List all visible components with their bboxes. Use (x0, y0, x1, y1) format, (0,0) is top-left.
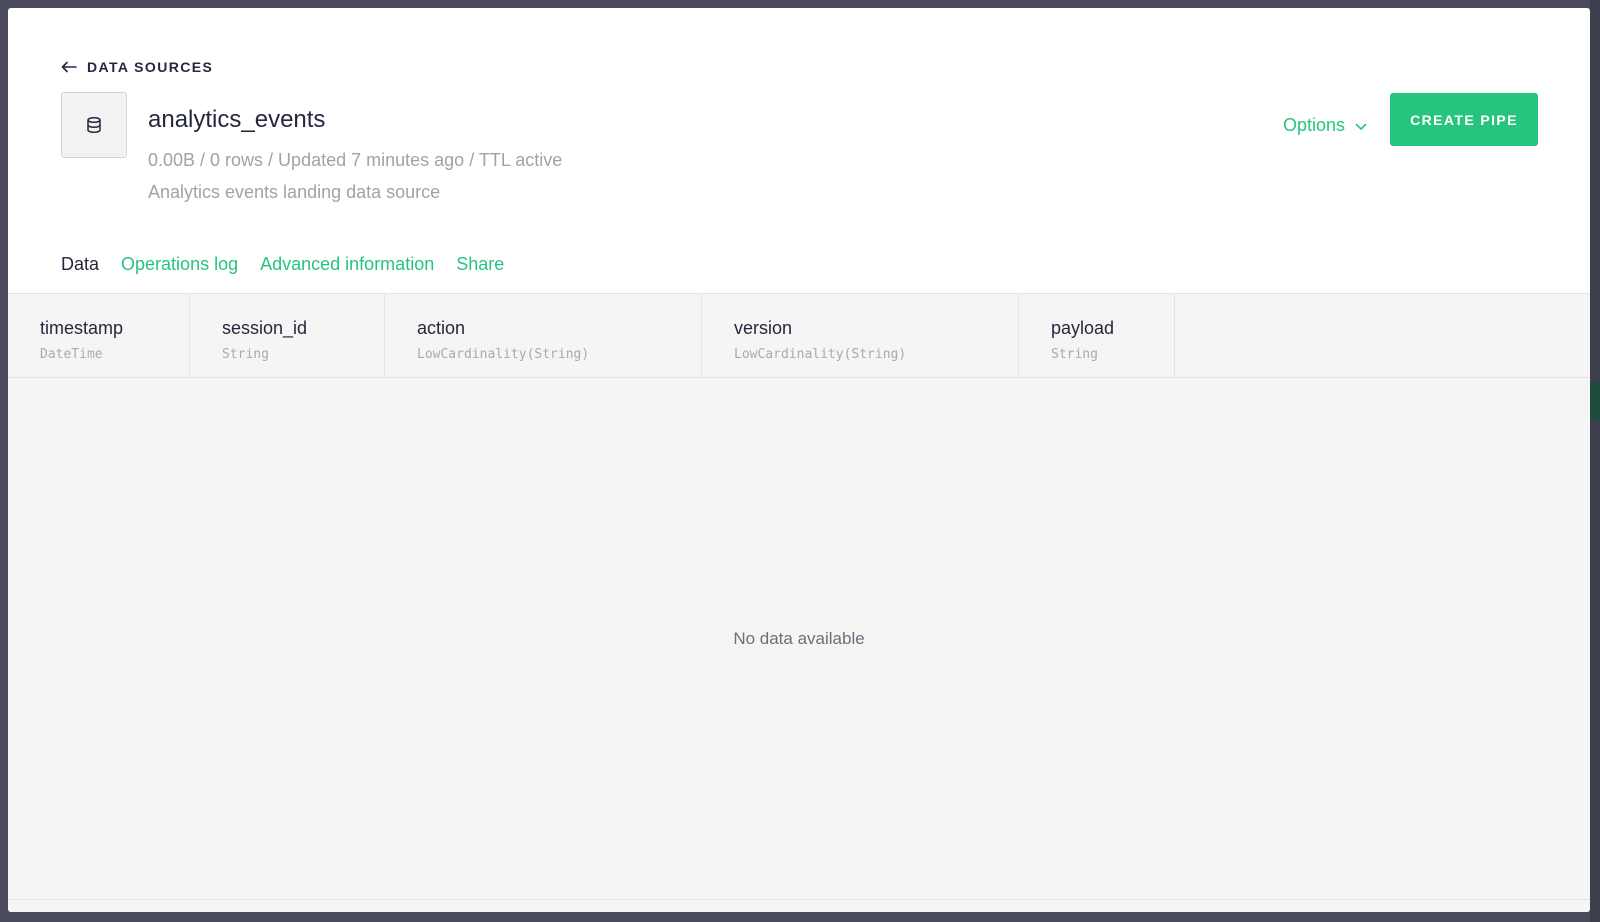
column-type: LowCardinality(String) (734, 347, 907, 362)
column-type: LowCardinality(String) (417, 347, 590, 362)
back-to-data-sources-link[interactable]: DATA SOURCES (61, 59, 213, 75)
backdrop-accent (1590, 382, 1600, 420)
column-name: timestamp (40, 318, 124, 338)
datasource-meta: 0.00B / 0 rows / Updated 7 minutes ago /… (148, 150, 563, 170)
column-name: version (734, 318, 793, 338)
column-header-action[interactable]: action LowCardinality(String) (385, 294, 702, 378)
back-link-label: DATA SOURCES (87, 59, 214, 75)
backdrop-edge (1590, 0, 1600, 922)
column-header-payload[interactable]: payload String (1019, 294, 1175, 378)
column-name: payload (1051, 318, 1115, 338)
arrow-left-icon (61, 61, 77, 73)
datasource-title: analytics_events (148, 106, 326, 133)
tab-operations-log[interactable]: Operations log (121, 248, 238, 295)
datasource-modal: DATA SOURCES analytics_events 0.00B / 0 … (8, 8, 1590, 912)
column-header-timestamp[interactable]: timestamp DateTime (8, 294, 190, 378)
column-header-session-id[interactable]: session_id String (190, 294, 385, 378)
column-header-version[interactable]: version LowCardinality(String) (702, 294, 1019, 378)
options-label: Options (1283, 115, 1346, 135)
create-pipe-button[interactable]: CREATE PIPE (1390, 93, 1538, 146)
tab-share[interactable]: Share (456, 248, 504, 295)
tab-data[interactable]: Data (61, 248, 100, 295)
tab-bar: Data Operations log Advanced information… (61, 248, 504, 295)
database-icon (61, 92, 127, 158)
column-name: session_id (222, 318, 308, 338)
column-header-row: timestamp DateTime session_id String act… (8, 294, 1590, 378)
datasource-description: Analytics events landing data source (148, 182, 441, 202)
column-type: String (222, 347, 269, 362)
chevron-down-icon (1355, 115, 1367, 136)
grid-bottom-divider (8, 899, 1590, 900)
tab-advanced-information[interactable]: Advanced information (260, 248, 434, 295)
column-type: String (1051, 347, 1098, 362)
data-grid: timestamp DateTime session_id String act… (8, 293, 1590, 912)
options-dropdown[interactable]: Options (1283, 115, 1367, 136)
column-name: action (417, 318, 466, 338)
column-type: DateTime (40, 347, 103, 362)
empty-state-message: No data available (733, 629, 865, 648)
